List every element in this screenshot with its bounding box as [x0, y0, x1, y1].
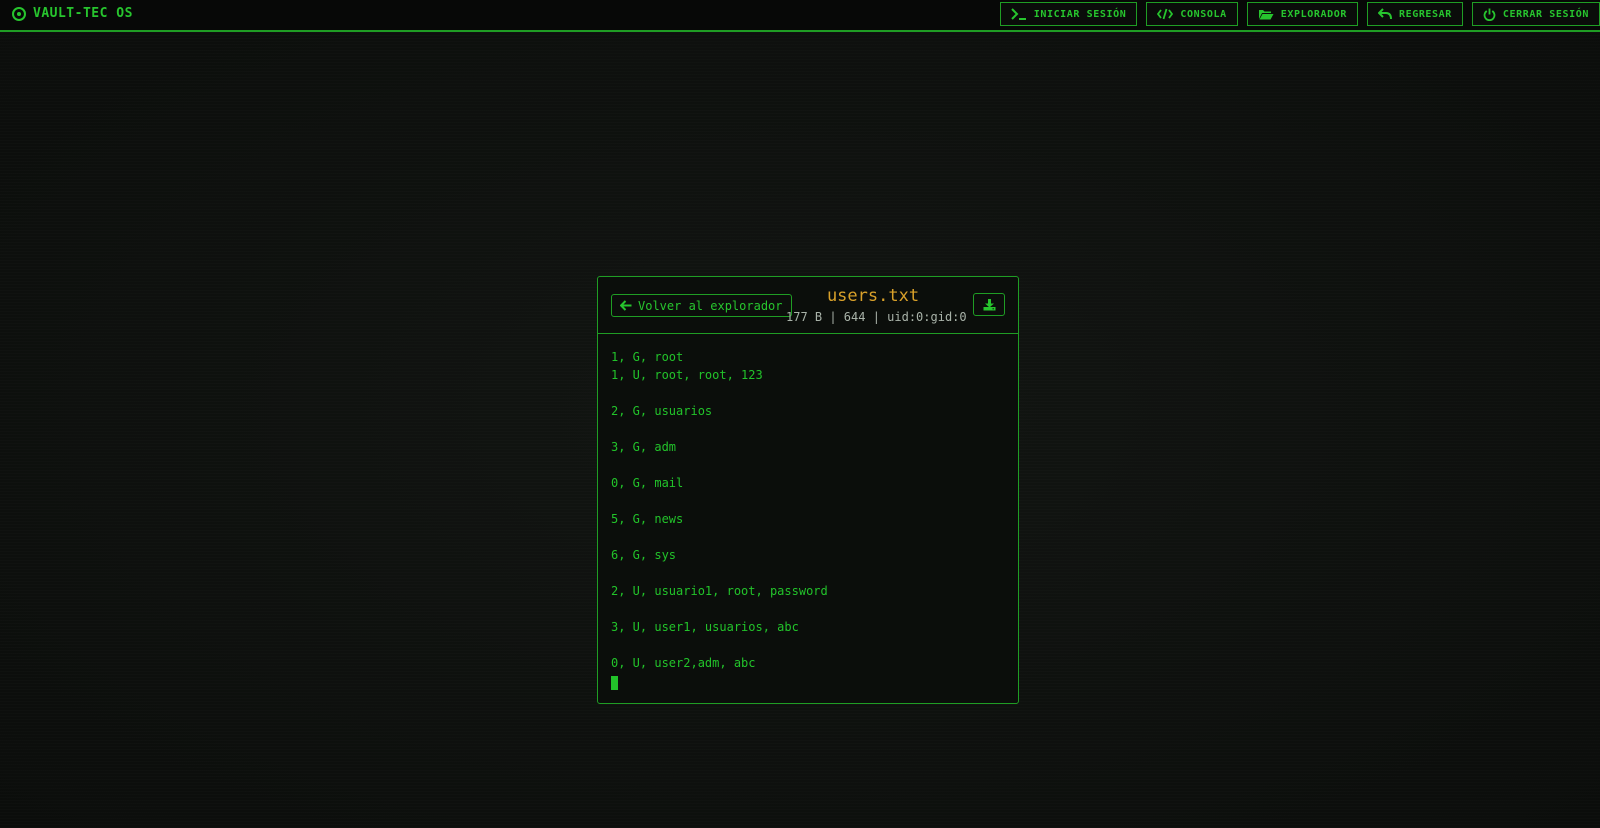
- app-title: VAULT-TEC OS: [33, 6, 133, 21]
- power-icon: [1483, 8, 1496, 21]
- file-line: [611, 600, 1005, 618]
- cursor-line: [611, 672, 1005, 690]
- back-nav-button-label: REGRESAR: [1398, 8, 1452, 20]
- file-line: [611, 492, 1005, 510]
- file-line: [611, 456, 1005, 474]
- back-nav-button[interactable]: REGRESAR: [1366, 2, 1463, 26]
- logout-button[interactable]: CERRAR SESIÓN: [1471, 2, 1600, 26]
- console-button-label: CONSOLA: [1180, 8, 1227, 20]
- code-icon: [1157, 8, 1174, 20]
- file-line: [611, 564, 1005, 582]
- download-icon: [983, 298, 995, 310]
- file-line: [611, 384, 1005, 402]
- file-meta: 177 B | 644 | uid:0:gid:0: [786, 310, 967, 324]
- arrow-left-icon: [620, 300, 632, 311]
- top-bar: VAULT-TEC OS INICIAR SESIÓN CONSOLA EXPL…: [0, 0, 1600, 32]
- file-line: [611, 636, 1005, 654]
- file-line: 2, U, usuario1, root, password: [611, 584, 828, 598]
- back-to-explorer-button[interactable]: Volver al explorador: [611, 294, 792, 317]
- back-to-explorer-label: Volver al explorador: [638, 298, 783, 313]
- file-line: 5, G, news: [611, 512, 684, 526]
- file-line: 1, U, root, root, 123: [611, 368, 763, 382]
- app-brand: VAULT-TEC OS: [12, 6, 133, 21]
- terminal-icon: [1010, 8, 1026, 20]
- file-viewer-header: Volver al explorador users.txt 177 B | 6…: [598, 277, 1018, 334]
- file-line: [611, 528, 1005, 546]
- file-line: 3, G, adm: [611, 440, 677, 454]
- download-button[interactable]: [973, 293, 1005, 316]
- console-button[interactable]: CONSOLA: [1146, 2, 1238, 26]
- file-line: 3, U, user1, usuarios, abc: [611, 620, 799, 634]
- file-line: 2, G, usuarios: [611, 404, 713, 418]
- file-line: 0, G, mail: [611, 476, 684, 490]
- file-line: 0, U, user2,adm, abc: [611, 656, 756, 670]
- vault-logo-icon: [12, 6, 26, 21]
- file-name: users.txt: [826, 286, 920, 306]
- file-viewer: Volver al explorador users.txt 177 B | 6…: [597, 276, 1019, 704]
- text-cursor: [611, 675, 618, 690]
- login-button[interactable]: INICIAR SESIÓN: [999, 2, 1138, 26]
- login-button-label: INICIAR SESIÓN: [1033, 8, 1127, 20]
- file-content[interactable]: 1, G, root 1, U, root, root, 123 2, G, u…: [598, 334, 1018, 690]
- top-nav: INICIAR SESIÓN CONSOLA EXPLORADOR REGRES…: [999, 2, 1600, 26]
- file-line: 6, G, sys: [611, 548, 677, 562]
- folder-open-icon: [1258, 10, 1274, 20]
- file-line: [611, 420, 1005, 438]
- file-line: 1, G, root: [611, 350, 684, 364]
- explorer-button-label: EXPLORADOR: [1280, 8, 1347, 20]
- logout-button-label: CERRAR SESIÓN: [1502, 8, 1589, 20]
- reply-icon: [1377, 8, 1392, 20]
- explorer-button[interactable]: EXPLORADOR: [1246, 2, 1358, 26]
